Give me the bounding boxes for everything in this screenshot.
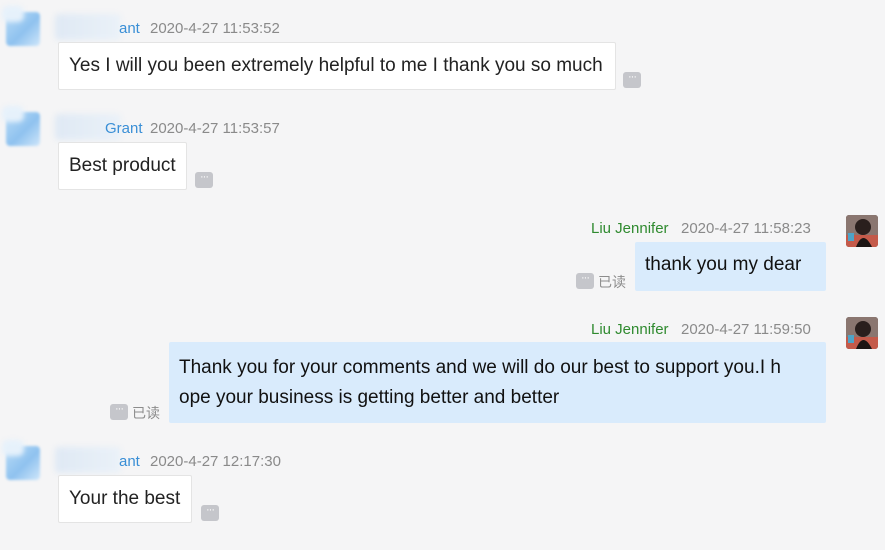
incoming-message-bubble[interactable]: Your the best — [58, 475, 192, 523]
profile-photo-icon — [846, 317, 878, 349]
message-text: Your the best — [69, 488, 181, 509]
contact-name-redacted — [55, 447, 121, 473]
incoming-message-bubble[interactable]: Best product — [58, 142, 187, 190]
more-options-icon[interactable]: ··· — [201, 505, 219, 521]
message-timestamp: 2020-4-27 11:53:57 — [150, 120, 280, 137]
own-avatar[interactable] — [846, 317, 878, 349]
message-text: Yes I will you been extremely helpful to… — [69, 55, 603, 76]
outgoing-message-bubble[interactable]: Thank you for your comments and we will … — [169, 342, 826, 423]
more-options-icon[interactable]: ··· — [576, 273, 594, 289]
message-text: Best product — [69, 155, 176, 176]
outgoing-message-bubble[interactable]: thank you my dear — [635, 242, 826, 291]
message-timestamp: 2020-4-27 11:53:52 — [150, 20, 280, 37]
contact-name[interactable]: ant — [119, 20, 140, 37]
own-avatar[interactable] — [846, 215, 878, 247]
message-timestamp: 2020-4-27 11:59:50 — [681, 321, 811, 338]
more-options-icon[interactable]: ··· — [110, 404, 128, 420]
message-timestamp: 2020-4-27 12:17:30 — [150, 453, 281, 470]
contact-avatar[interactable] — [6, 12, 40, 46]
read-status: 已读 — [132, 405, 160, 421]
contact-name[interactable]: Grant — [105, 120, 143, 137]
profile-photo-icon — [846, 215, 878, 247]
own-name[interactable]: Liu Jennifer — [591, 321, 669, 338]
more-options-icon[interactable]: ··· — [195, 172, 213, 188]
contact-name[interactable]: ant — [119, 453, 140, 470]
message-timestamp: 2020-4-27 11:58:23 — [681, 220, 811, 237]
message-text-line: ope your business is getting better and … — [179, 387, 560, 408]
more-options-icon[interactable]: ··· — [623, 72, 641, 88]
own-name[interactable]: Liu Jennifer — [591, 220, 669, 237]
message-text-line: Thank you for your comments and we will … — [179, 357, 781, 378]
incoming-message-bubble[interactable]: Yes I will you been extremely helpful to… — [58, 42, 616, 90]
contact-avatar[interactable] — [6, 112, 40, 146]
contact-name-redacted — [55, 14, 121, 40]
contact-avatar[interactable] — [6, 446, 40, 480]
read-status: 已读 — [598, 274, 626, 290]
message-text: thank you my dear — [645, 254, 802, 275]
